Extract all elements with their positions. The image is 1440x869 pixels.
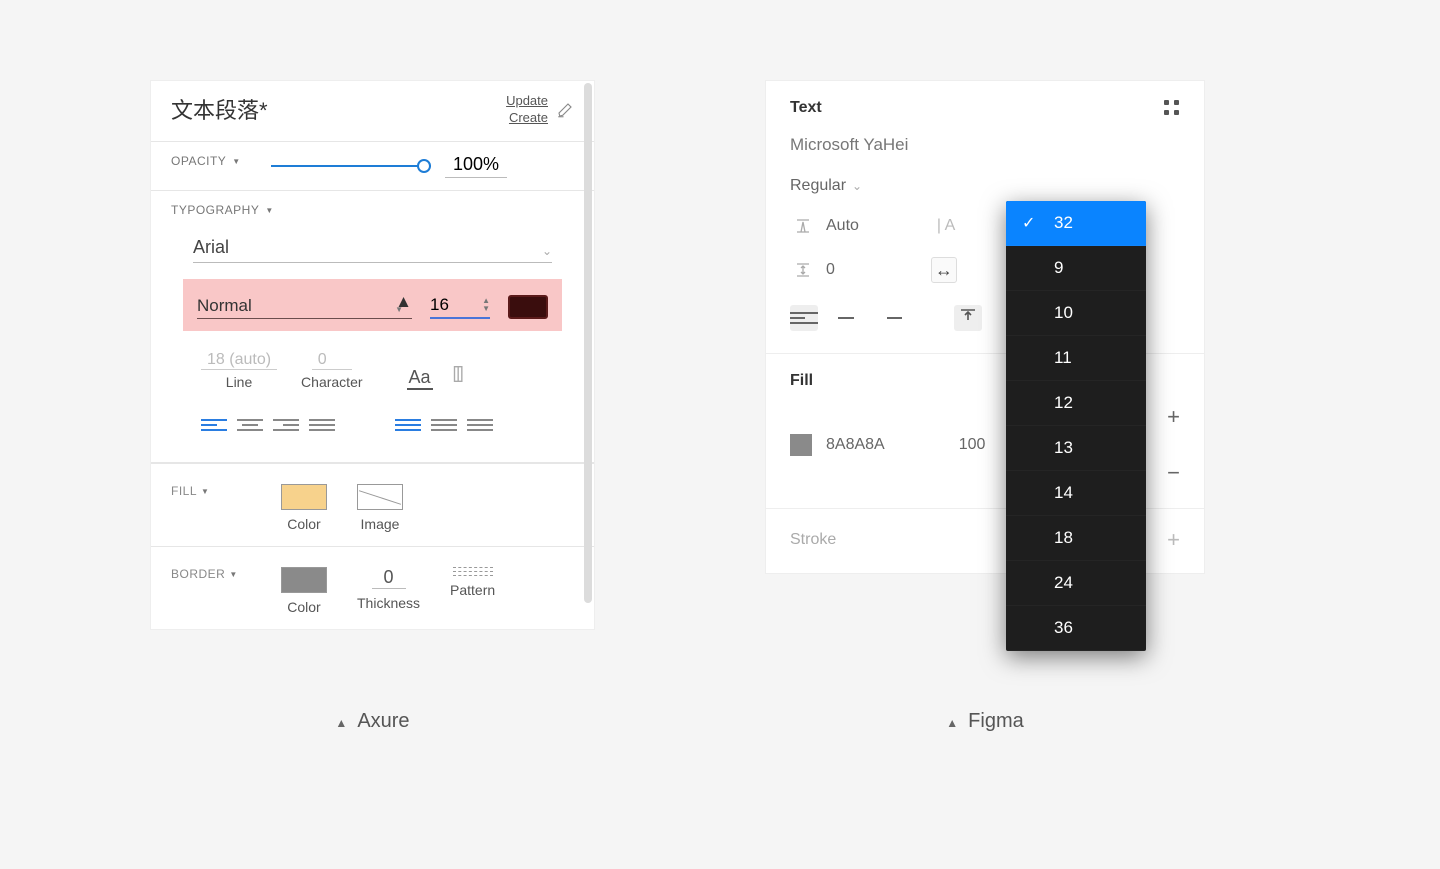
valign-middle-button[interactable] bbox=[431, 416, 457, 434]
character-spacing-input[interactable]: 0 bbox=[312, 351, 352, 370]
line-height-input[interactable]: 18 (auto) bbox=[201, 351, 277, 370]
fill-section-label[interactable]: FILL▼ bbox=[171, 484, 251, 498]
line-height-icon bbox=[790, 213, 816, 239]
dropdown-item[interactable]: 10 bbox=[1006, 291, 1146, 336]
dropdown-item[interactable]: 14 bbox=[1006, 471, 1146, 516]
caption-axure: ▲Axure bbox=[150, 710, 595, 733]
text-align-right-button[interactable] bbox=[874, 305, 902, 331]
opacity-label[interactable]: OPACITY▼ bbox=[171, 154, 241, 168]
create-link[interactable]: Create bbox=[509, 110, 548, 125]
fill-image-swatch[interactable] bbox=[357, 484, 403, 510]
dropdown-item[interactable]: 18 bbox=[1006, 516, 1146, 561]
fill-hex-value[interactable]: 8A8A8A bbox=[826, 436, 885, 454]
border-color-swatch[interactable] bbox=[281, 567, 327, 593]
font-size-input[interactable]: 16 ▲▼ bbox=[430, 295, 490, 319]
font-style-row-highlighted: Normal ▲▼ 16 ▲▼ bbox=[183, 279, 562, 331]
font-family-select[interactable]: Arial ⌄ bbox=[193, 237, 552, 263]
update-link[interactable]: Update bbox=[506, 93, 548, 108]
fill-section-label: Fill bbox=[790, 372, 813, 390]
dropdown-item[interactable]: 36 bbox=[1006, 606, 1146, 651]
dropdown-item[interactable]: 12 bbox=[1006, 381, 1146, 426]
paragraph-spacing-value[interactable]: 0 bbox=[826, 261, 835, 279]
edit-icon[interactable] bbox=[556, 101, 574, 119]
scrollbar[interactable] bbox=[584, 83, 592, 603]
dropdown-item[interactable]: 24 bbox=[1006, 561, 1146, 606]
fill-opacity-value[interactable]: 100 bbox=[959, 436, 986, 454]
text-transform-icon[interactable] bbox=[449, 363, 471, 390]
dropdown-item[interactable]: 9 bbox=[1006, 246, 1146, 291]
text-align-center-button[interactable] bbox=[832, 305, 860, 331]
h-align-group bbox=[201, 416, 335, 434]
add-stroke-button[interactable]: + bbox=[1167, 527, 1180, 553]
border-thickness-input[interactable]: 0 bbox=[372, 567, 406, 589]
font-size-dropdown: 32 91011121314182436 bbox=[1006, 201, 1146, 651]
auto-width-button[interactable]: ↔ bbox=[931, 257, 957, 283]
font-weight-select[interactable]: Normal ▲▼ bbox=[197, 296, 412, 319]
font-weight-select[interactable]: Regular bbox=[790, 177, 846, 195]
valign-top-button[interactable] bbox=[395, 416, 421, 434]
align-left-button[interactable] bbox=[201, 416, 227, 434]
align-justify-button[interactable] bbox=[309, 416, 335, 434]
font-family-select[interactable]: Microsoft YaHei bbox=[790, 135, 1180, 155]
style-title: 文本段落* bbox=[171, 93, 268, 125]
typography-label[interactable]: TYPOGRAPHY▼ bbox=[171, 203, 574, 217]
align-right-button[interactable] bbox=[273, 416, 299, 434]
chevron-down-icon: ⌄ bbox=[542, 244, 552, 258]
axure-panel: 文本段落* Update Create OPACITY▼ 100% bbox=[150, 80, 595, 630]
text-valign-top-button[interactable] bbox=[954, 305, 982, 331]
font-color-swatch[interactable] bbox=[508, 295, 548, 319]
letter-spacing-icon: | A bbox=[937, 217, 955, 235]
text-case-button[interactable]: Aa bbox=[407, 367, 433, 390]
fill-color-swatch[interactable] bbox=[790, 434, 812, 456]
line-height-value[interactable]: Auto bbox=[826, 217, 859, 235]
border-section-label[interactable]: BORDER▼ bbox=[171, 567, 251, 581]
figma-panel: Text Microsoft YaHei Regular ⌄ Auto | A bbox=[765, 80, 1205, 574]
dropdown-item[interactable]: 11 bbox=[1006, 336, 1146, 381]
align-center-button[interactable] bbox=[237, 416, 263, 434]
valign-bottom-button[interactable] bbox=[467, 416, 493, 434]
dropdown-item[interactable]: 13 bbox=[1006, 426, 1146, 471]
paragraph-spacing-icon bbox=[790, 257, 816, 283]
caption-figma: ▲Figma bbox=[765, 710, 1205, 733]
opacity-value[interactable]: 100% bbox=[445, 154, 507, 178]
stepper-icon: ▲▼ bbox=[395, 298, 412, 314]
opacity-slider[interactable] bbox=[271, 157, 431, 175]
v-align-group bbox=[395, 416, 493, 434]
style-picker-icon[interactable] bbox=[1164, 100, 1180, 116]
border-pattern-button[interactable] bbox=[453, 567, 493, 576]
remove-fill-button[interactable]: − bbox=[1167, 460, 1180, 486]
dropdown-item-selected[interactable]: 32 bbox=[1006, 201, 1146, 246]
chevron-down-icon: ⌄ bbox=[852, 179, 862, 193]
text-align-left-button[interactable] bbox=[790, 305, 818, 331]
add-fill-button[interactable]: + bbox=[1167, 404, 1180, 430]
text-section-label: Text bbox=[790, 99, 822, 117]
fill-color-swatch[interactable] bbox=[281, 484, 327, 510]
stroke-section-label: Stroke bbox=[790, 531, 836, 549]
